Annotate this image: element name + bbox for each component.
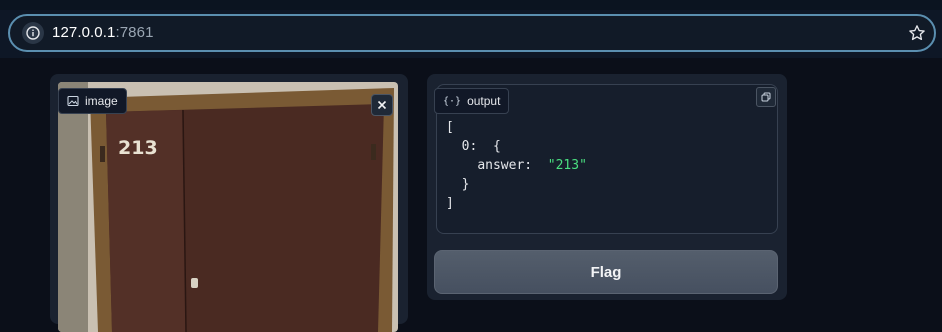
browser-toolbar: 127.0.0.1:7861 — [0, 0, 942, 58]
tab-strip-edge — [0, 0, 942, 10]
json-index-key: 0: — [461, 139, 478, 154]
flag-button[interactable]: Flag — [434, 250, 778, 294]
close-icon — [377, 100, 387, 110]
uploaded-door-photo[interactable]: 213 — [58, 82, 398, 332]
bookmark-star-icon[interactable] — [906, 22, 928, 44]
output-label-text: output — [467, 94, 501, 108]
address-bar[interactable]: 127.0.0.1:7861 — [8, 14, 936, 52]
json-open-bracket: [ — [446, 120, 454, 135]
json-braces-icon: {·} — [443, 95, 462, 107]
json-open-brace: { — [492, 139, 501, 154]
site-info-icon[interactable] — [22, 22, 44, 44]
json-viewer: [ 0: { answer: "213" } ] — [446, 118, 587, 213]
json-close-brace: } — [461, 177, 470, 192]
json-answer-value: "213" — [547, 158, 587, 173]
door-number-text: 213 — [118, 137, 158, 159]
output-component-label: {·} output — [434, 88, 510, 114]
copy-output-button[interactable] — [756, 87, 776, 107]
url-port: :7861 — [115, 24, 154, 41]
url-text[interactable]: 127.0.0.1:7861 — [52, 24, 154, 41]
copy-icon — [761, 92, 771, 102]
flag-button-label: Flag — [590, 263, 622, 281]
clear-image-button[interactable] — [371, 94, 393, 116]
json-close-bracket: ] — [446, 196, 454, 211]
image-component-label: image — [58, 88, 127, 114]
url-host: 127.0.0.1 — [52, 24, 116, 41]
json-answer-key: answer: — [477, 158, 533, 173]
image-icon — [67, 95, 79, 107]
image-label-text: image — [85, 94, 118, 108]
